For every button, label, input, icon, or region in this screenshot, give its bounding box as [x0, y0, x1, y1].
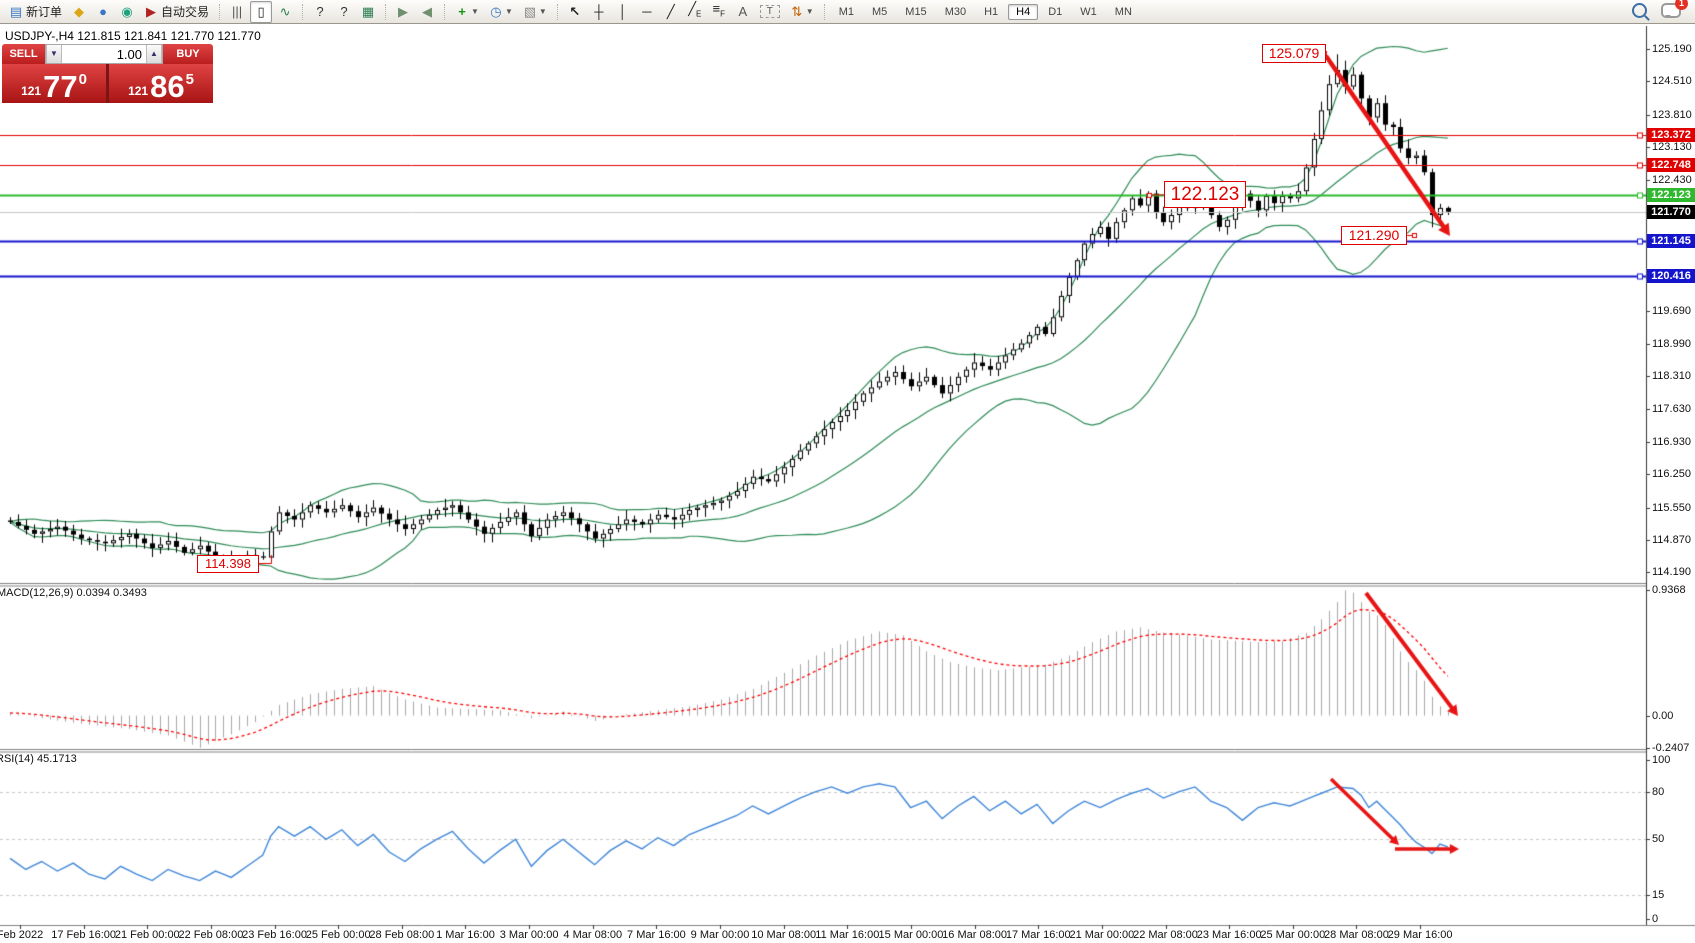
volume-increase-button[interactable]: ▲ — [146, 45, 162, 63]
one-click-trading-panel: SELL ▼ ▲ BUY 121770 121865 — [2, 44, 213, 103]
annotation-feb-low[interactable]: 114.398 — [197, 555, 259, 573]
chart-window: USDJPY-,H4 121.815 121.841 121.770 121.7… — [0, 25, 1695, 943]
price-level-badge: 121.770 — [1647, 205, 1695, 219]
time-axis-label: 17 Mar 16:00 — [1006, 929, 1071, 941]
time-axis-label: 22 Feb 08:00 — [178, 929, 243, 941]
buy-price-pips: 86 — [150, 72, 184, 102]
buy-price-button[interactable]: 121865 — [109, 64, 213, 103]
macd-axis-label: -0.2407 — [1652, 742, 1689, 754]
time-axis-label: 17 Feb 16:00 — [51, 929, 116, 941]
sell-price-button[interactable]: 121770 — [2, 64, 106, 103]
rsi-axis-label: 15 — [1652, 889, 1664, 901]
time-axis-label: 11 Mar 16:00 — [815, 929, 879, 941]
time-axis-label: 9 Mar 00:00 — [691, 929, 750, 941]
price-level-badge: 121.145 — [1647, 234, 1695, 248]
buy-price-handle: 121 — [128, 84, 148, 98]
price-level-badge: 122.123 — [1647, 188, 1695, 202]
price-tick-label: 114.190 — [1652, 566, 1691, 578]
time-axis-label: 29 Mar 16:00 — [1388, 929, 1453, 941]
macd-axis-label: 0.9368 — [1652, 584, 1686, 596]
time-axis-label: 1 Mar 16:00 — [436, 929, 495, 941]
time-axis-label: 23 Feb 16:00 — [242, 929, 307, 941]
price-tick-label: 116.930 — [1652, 436, 1691, 448]
time-axis-label: 22 Mar 08:00 — [1133, 929, 1198, 941]
price-tick-label: 115.550 — [1652, 502, 1691, 514]
price-tick-label: 114.870 — [1652, 534, 1691, 546]
rsi-axis-label: 0 — [1652, 913, 1658, 925]
mt4-terminal: { "toolbar": { "groups": [ {"items": [ {… — [0, 0, 1695, 943]
sell-price-point: 0 — [79, 71, 87, 88]
rsi-axis-label: 50 — [1652, 833, 1664, 845]
price-tick-label: 118.310 — [1652, 370, 1691, 382]
time-axis-label: 25 Feb 00:00 — [306, 929, 371, 941]
buy-button[interactable]: BUY — [163, 44, 213, 64]
annotation-recent-low[interactable]: 121.290 — [1341, 226, 1407, 245]
macd-indicator-label: MACD(12,26,9) 0.0394 0.3493 — [0, 587, 147, 599]
time-axis-label: 28 Feb 08:00 — [369, 929, 434, 941]
buy-price-point: 5 — [186, 71, 194, 88]
time-axis-label: 21 Feb 00:00 — [115, 929, 180, 941]
annotation-pullback-level[interactable]: 122.123 — [1164, 181, 1246, 208]
price-level-badge: 122.748 — [1647, 158, 1695, 172]
price-tick-label: 118.990 — [1652, 338, 1691, 350]
price-tick-label: 125.190 — [1652, 43, 1692, 55]
annotation-swing-high[interactable]: 125.079 — [1262, 44, 1326, 63]
price-tick-label: 123.130 — [1652, 141, 1692, 153]
rsi-axis-label: 100 — [1652, 754, 1670, 766]
macd-axis-label: 0.00 — [1652, 710, 1673, 722]
time-axis-label: 7 Mar 16:00 — [627, 929, 686, 941]
price-level-badge: 120.416 — [1647, 269, 1695, 283]
time-axis-label: 25 Mar 00:00 — [1260, 929, 1325, 941]
rsi-axis-label: 80 — [1652, 786, 1664, 798]
price-tick-label: 117.630 — [1652, 403, 1691, 415]
time-axis-label: 21 Mar 00:00 — [1069, 929, 1134, 941]
time-axis-label: 10 Mar 08:00 — [751, 929, 816, 941]
price-level-badge: 123.372 — [1647, 128, 1695, 142]
price-tick-label: 124.510 — [1652, 75, 1692, 87]
time-axis-label: 23 Mar 16:00 — [1197, 929, 1262, 941]
price-tick-label: 119.690 — [1652, 305, 1691, 317]
price-chart-canvas[interactable] — [0, 0, 1695, 943]
sell-price-handle: 121 — [21, 84, 41, 98]
price-tick-label: 123.810 — [1652, 109, 1692, 121]
time-axis-label: Feb 2022 — [0, 929, 43, 941]
time-axis-label: 15 Mar 00:00 — [879, 929, 944, 941]
price-tick-label: 122.430 — [1652, 174, 1692, 186]
rsi-indicator-label: RSI(14) 45.1713 — [0, 753, 77, 765]
time-axis-label: 4 Mar 08:00 — [563, 929, 622, 941]
volume-decrease-button[interactable]: ▼ — [46, 45, 62, 63]
volume-input[interactable] — [62, 45, 146, 63]
sell-button[interactable]: SELL — [2, 44, 45, 64]
time-axis-label: 16 Mar 08:00 — [942, 929, 1007, 941]
price-tick-label: 116.250 — [1652, 468, 1691, 480]
time-axis-label: 3 Mar 00:00 — [500, 929, 559, 941]
time-axis-label: 28 Mar 08:00 — [1324, 929, 1389, 941]
sell-price-pips: 77 — [43, 72, 77, 102]
chart-title: USDJPY-,H4 121.815 121.841 121.770 121.7… — [5, 29, 261, 43]
volume-spinner: ▼ ▲ — [45, 44, 163, 64]
